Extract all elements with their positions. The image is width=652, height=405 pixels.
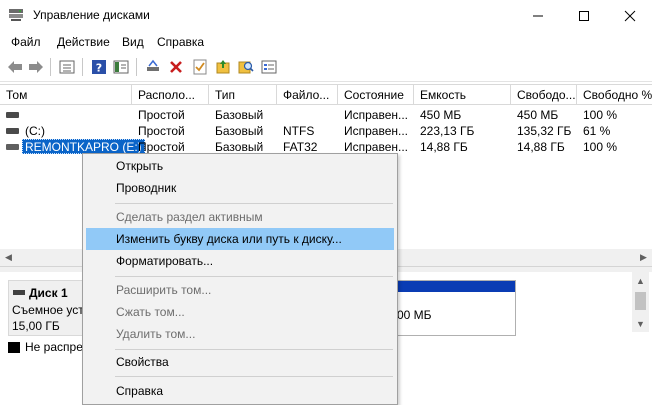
volume-free: 14,88 ГБ — [517, 140, 565, 154]
help-icon[interactable]: ? — [90, 58, 108, 76]
volume-free-percent: 100 % — [583, 108, 618, 122]
properties-list-icon[interactable] — [58, 58, 76, 76]
menu-help[interactable]: Справка — [157, 35, 204, 49]
drive-icon — [6, 128, 19, 134]
connect-disk-icon[interactable] — [144, 58, 162, 76]
volume-capacity: 223,13 ГБ — [420, 124, 475, 138]
volume-type: Базовый — [215, 140, 264, 154]
delete-icon[interactable] — [167, 58, 185, 76]
context-change-drive-letter[interactable]: Изменить букву диска или путь к диску... — [86, 228, 394, 250]
context-delete-volume: Удалить том... — [116, 327, 196, 341]
volume-free-percent: 100 % — [583, 140, 618, 154]
column-header-layout[interactable]: Располо... — [132, 85, 209, 105]
column-header-status[interactable]: Состояние — [338, 85, 414, 105]
context-properties[interactable]: Свойства — [86, 351, 394, 373]
volume-type: Базовый — [215, 124, 264, 138]
volume-free-percent: 61 % — [583, 124, 611, 138]
volume-filesystem: FAT32 — [283, 140, 318, 154]
maximize-button[interactable] — [561, 0, 607, 32]
column-header-volume[interactable]: Том — [0, 85, 132, 105]
table-row[interactable]: (C:) Простой Базовый NTFS Исправен... 22… — [0, 123, 652, 139]
volume-layout: Простой — [138, 108, 185, 122]
column-header-type[interactable]: Тип — [209, 85, 277, 105]
window-title: Управление дисками — [33, 8, 150, 22]
volume-status: Исправен... — [344, 108, 409, 122]
menu-action[interactable]: Действие — [57, 35, 110, 49]
context-menu: Открыть Проводник Сделать раздел активны… — [82, 153, 398, 405]
console-tree-icon[interactable] — [112, 58, 130, 76]
toolbar: ? — [0, 52, 652, 82]
context-open[interactable]: Открыть — [86, 155, 394, 177]
title-bar: Управление дисками — [0, 0, 652, 32]
disk-icon — [13, 290, 25, 295]
vertical-scrollbar[interactable]: ▲ ▼ — [632, 272, 649, 332]
volume-status: Исправен... — [344, 140, 409, 154]
volume-capacity: 14,88 ГБ — [420, 140, 468, 154]
menu-file[interactable]: Файл — [11, 35, 41, 49]
partition-box[interactable]: 00 МБ — [382, 280, 516, 336]
disk-management-app-icon — [8, 7, 24, 23]
volume-layout: Простой — [138, 140, 185, 154]
context-format[interactable]: Форматировать... — [86, 250, 394, 272]
volume-filesystem: NTFS — [283, 124, 315, 138]
partition-size: 00 МБ — [397, 308, 432, 322]
column-header-filesystem[interactable]: Файло... — [277, 85, 338, 105]
scroll-down-icon[interactable]: ▼ — [632, 315, 649, 332]
context-help[interactable]: Справка — [86, 380, 394, 402]
legend-unallocated-label: Не распре — [25, 340, 83, 354]
table-row[interactable]: Простой Базовый Исправен... 450 МБ 450 М… — [0, 107, 652, 123]
close-button[interactable] — [607, 0, 652, 32]
menu-separator — [115, 203, 393, 204]
volume-status: Исправен... — [344, 124, 409, 138]
scroll-up-icon[interactable]: ▲ — [632, 272, 649, 289]
menu-separator — [115, 276, 393, 277]
scroll-left-icon[interactable]: ◀ — [0, 249, 17, 266]
check-icon[interactable] — [191, 58, 209, 76]
volume-free: 450 МБ — [517, 108, 559, 122]
partition-bar — [383, 281, 515, 292]
volume-layout: Простой — [138, 124, 185, 138]
search-icon[interactable] — [237, 58, 255, 76]
scroll-thumb[interactable] — [635, 292, 646, 310]
volume-type: Базовый — [215, 108, 264, 122]
menu-bar: Файл Действие Вид Справка — [0, 32, 652, 52]
disk-kind: Съемное уст — [12, 303, 84, 317]
column-header-free-percent[interactable]: Свободно % — [577, 85, 652, 105]
column-header-free-space[interactable]: Свободо... — [511, 85, 577, 105]
drive-icon — [6, 112, 19, 118]
disk-size: 15,00 ГБ — [12, 319, 60, 333]
back-arrow-icon[interactable] — [6, 58, 24, 76]
menu-separator — [115, 349, 393, 350]
minimize-button[interactable] — [515, 0, 561, 32]
details-icon[interactable] — [260, 58, 278, 76]
volume-free: 135,32 ГБ — [517, 124, 572, 138]
volume-name: (C:) — [25, 124, 45, 138]
context-extend-volume: Расширить том... — [116, 283, 212, 297]
context-shrink-volume: Сжать том... — [116, 305, 185, 319]
disk-title: Диск 1 — [29, 286, 68, 300]
menu-separator — [115, 376, 393, 377]
context-explorer[interactable]: Проводник — [86, 177, 394, 199]
volume-name-selected[interactable]: REMONTKAPRO (E:) — [22, 139, 145, 154]
context-mark-active: Сделать раздел активным — [116, 210, 263, 224]
rescan-icon[interactable] — [214, 58, 232, 76]
scroll-right-icon[interactable]: ▶ — [635, 249, 652, 266]
menu-view[interactable]: Вид — [122, 35, 144, 49]
svg-text:?: ? — [96, 62, 102, 75]
removable-drive-icon — [6, 144, 19, 150]
forward-arrow-icon[interactable] — [27, 58, 45, 76]
unallocated-legend-swatch — [8, 342, 20, 353]
column-header-capacity[interactable]: Емкость — [414, 85, 511, 105]
disk-info-box[interactable]: Диск 1 Съемное уст 15,00 ГБ — [8, 280, 88, 336]
volume-capacity: 450 МБ — [420, 108, 462, 122]
